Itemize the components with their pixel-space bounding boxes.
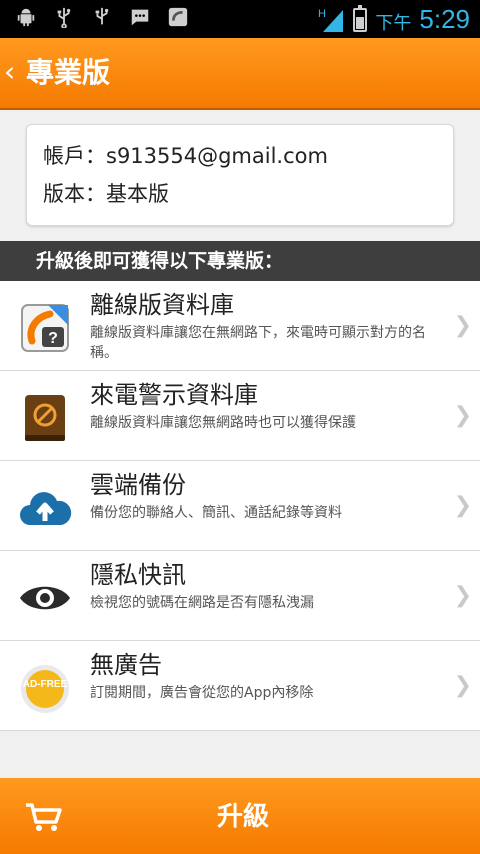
feature-item-privacy-alert[interactable]: 隱私快訊 檢視您的號碼在網路是否有隱私洩漏 ❯ xyxy=(0,551,480,641)
usb-icon xyxy=(52,6,76,30)
account-card: 帳戶：s913554@gmail.com 版本：基本版 xyxy=(26,124,454,226)
feature-title: 隱私快訊 xyxy=(90,561,186,589)
back-chevron-icon[interactable]: ‹ xyxy=(4,58,15,86)
usb-icon xyxy=(90,6,114,30)
account-version: 版本：基本版 xyxy=(43,182,169,206)
feature-item-ad-free[interactable]: AD-FREE 無廣告 訂閱期間，廣告會從您的App內移除 ❯ xyxy=(0,641,480,731)
feature-desc: 離線版資料庫讓您無網路時也可以獲得保護 xyxy=(90,415,356,431)
cloud-upload-icon xyxy=(20,492,72,525)
feature-item-cloud-backup[interactable]: 雲端備份 備份您的聯絡人、簡訊、通話紀錄等資料 ❯ xyxy=(0,461,480,551)
feature-item-warning-database[interactable]: 來電警示資料庫 離線版資料庫讓您無網路時也可以獲得保護 ❯ xyxy=(0,371,480,461)
battery-icon xyxy=(353,4,368,32)
feature-list: ? 離線版資料庫 離線版資料庫讓您在無網路下，來電時可顯示對方的名稱。 ❯ 來電… xyxy=(0,281,480,731)
signal-strength-icon: H xyxy=(318,8,344,32)
status-bar: H 下午 5:29 xyxy=(0,0,480,38)
action-bar: ‹ 專業版 xyxy=(0,38,480,110)
android-debug-icon xyxy=(14,6,38,30)
account-email: 帳戶：s913554@gmail.com xyxy=(43,144,328,168)
offline-database-icon: ? xyxy=(21,304,69,352)
page-title[interactable]: 專業版 xyxy=(26,56,110,90)
chevron-right-icon: ❯ xyxy=(453,313,472,338)
chevron-right-icon: ❯ xyxy=(453,673,472,698)
chevron-right-icon: ❯ xyxy=(453,493,472,518)
feature-title: 來電警示資料庫 xyxy=(90,381,258,409)
feature-title: 無廣告 xyxy=(90,651,162,679)
notification-icons xyxy=(14,6,190,30)
status-ampm: 下午 xyxy=(375,12,412,33)
feature-desc: 訂閱期間，廣告會從您的App內移除 xyxy=(90,685,314,701)
feature-desc: 檢視您的號碼在網路是否有隱私洩漏 xyxy=(90,595,314,611)
app-notification-icon xyxy=(166,6,190,30)
upgrade-label: 升級 xyxy=(216,802,269,832)
feature-desc: 離線版資料庫讓您在無網路下，來電時可顯示對方的名稱。 xyxy=(90,325,426,361)
section-header: 升級後即可獲得以下專業版： xyxy=(0,241,480,281)
status-time: 5:29 xyxy=(419,4,470,34)
chevron-right-icon: ❯ xyxy=(453,583,472,608)
ad-free-badge-icon: AD-FREE xyxy=(21,665,69,713)
feature-title: 雲端備份 xyxy=(90,471,186,499)
network-type-label: H xyxy=(318,8,326,20)
feature-desc: 備份您的聯絡人、簡訊、通話紀錄等資料 xyxy=(90,505,342,521)
message-icon xyxy=(128,6,152,30)
upgrade-button[interactable]: 升級 xyxy=(0,778,480,854)
feature-item-offline-database[interactable]: ? 離線版資料庫 離線版資料庫讓您在無網路下，來電時可顯示對方的名稱。 ❯ xyxy=(0,281,480,371)
system-icons: H 下午 5:29 xyxy=(317,4,470,35)
chevron-right-icon: ❯ xyxy=(453,403,472,428)
feature-title: 離線版資料庫 xyxy=(90,291,234,319)
warning-database-icon xyxy=(25,395,65,441)
eye-icon xyxy=(20,586,70,610)
svg-text:?: ? xyxy=(48,330,58,347)
ad-free-badge-text: AD-FREE xyxy=(23,679,68,690)
